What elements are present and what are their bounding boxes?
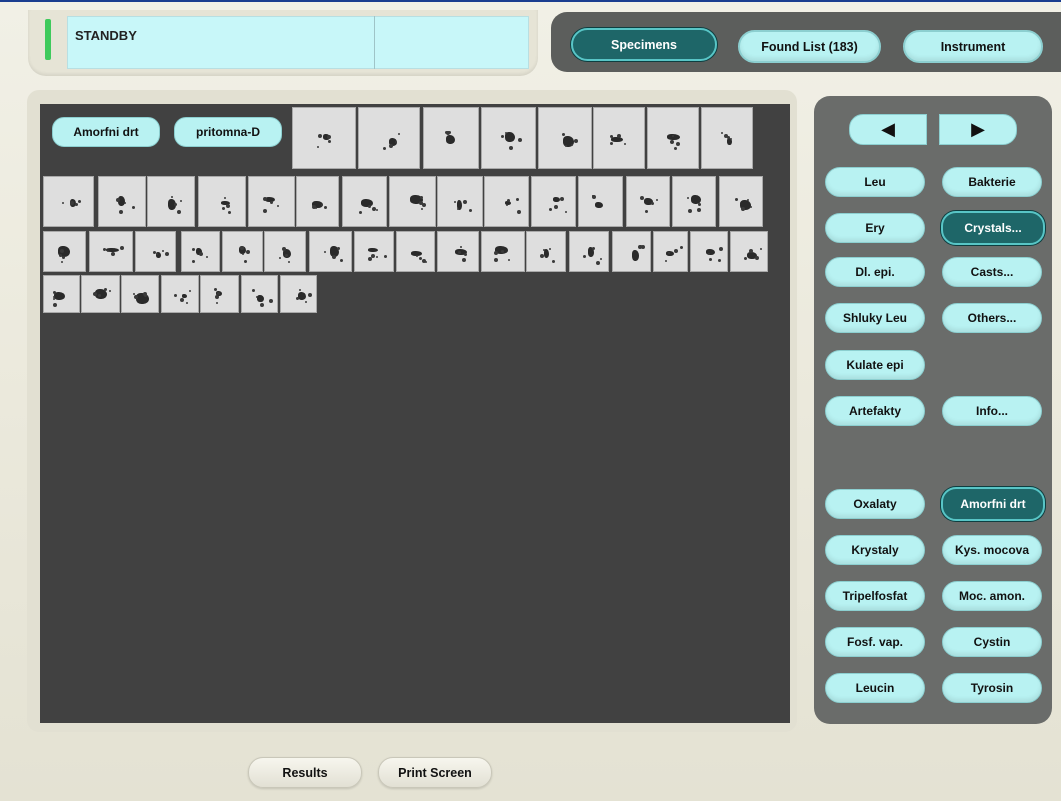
specimen-thumbnail[interactable] xyxy=(147,176,195,227)
tag-amorfni-drt[interactable]: Amorfni drt xyxy=(52,117,160,147)
category-bakterie[interactable]: Bakterie xyxy=(942,167,1042,197)
category-artefakty[interactable]: Artefakty xyxy=(825,396,925,426)
instrument-tab[interactable]: Instrument xyxy=(903,30,1043,63)
specimen-thumbnail[interactable] xyxy=(593,107,645,169)
specimen-thumbnail[interactable] xyxy=(354,231,394,272)
subcategory-krystaly[interactable]: Krystaly xyxy=(825,535,925,565)
specimen-thumbnail[interactable] xyxy=(578,176,623,227)
specimen-thumbnail[interactable] xyxy=(241,275,278,313)
specimen-thumbnail[interactable] xyxy=(342,176,387,227)
specimen-thumbnail[interactable] xyxy=(43,176,94,227)
specimen-thumbnail[interactable] xyxy=(437,176,483,227)
subcategory-oxalaty[interactable]: Oxalaty xyxy=(825,489,925,519)
category-leu[interactable]: Leu xyxy=(825,167,925,197)
previous-page-button[interactable]: ◀ xyxy=(849,114,927,145)
specimen-thumbnail[interactable] xyxy=(43,231,86,272)
specimen-thumbnail[interactable] xyxy=(280,275,317,313)
category-others[interactable]: Others... xyxy=(942,303,1042,333)
specimen-thumbnail[interactable] xyxy=(264,231,306,272)
specimen-thumbnail[interactable] xyxy=(161,275,199,313)
category-crystals[interactable]: Crystals... xyxy=(941,211,1045,245)
subcategory-moc-amon[interactable]: Moc. amon. xyxy=(942,581,1042,611)
subcategory-tyrosin[interactable]: Tyrosin xyxy=(942,673,1042,703)
specimen-thumbnail[interactable] xyxy=(135,231,176,272)
next-page-button[interactable]: ▶ xyxy=(939,114,1017,145)
category-info[interactable]: Info... xyxy=(942,396,1042,426)
results-button[interactable]: Results xyxy=(248,757,362,788)
specimen-thumbnail[interactable] xyxy=(647,107,699,169)
subcategory-amorfni-drt[interactable]: Amorfni drt xyxy=(941,487,1045,521)
top-border xyxy=(0,0,1061,2)
specimen-thumbnail[interactable] xyxy=(653,231,688,272)
specimen-thumbnail[interactable] xyxy=(538,107,592,169)
specimen-thumbnail[interactable] xyxy=(719,176,763,227)
category-casts[interactable]: Casts... xyxy=(942,257,1042,287)
specimen-thumbnail[interactable] xyxy=(296,176,339,227)
category-shluky-leu[interactable]: Shluky Leu xyxy=(825,303,925,333)
specimen-thumbnail[interactable] xyxy=(43,275,80,313)
specimen-thumbnail[interactable] xyxy=(389,176,436,227)
found-list-tab[interactable]: Found List (183) xyxy=(738,30,881,63)
status-text: STANDBY xyxy=(75,28,137,43)
specimen-thumbnail[interactable] xyxy=(481,231,525,272)
specimen-thumbnail[interactable] xyxy=(292,107,356,169)
specimen-thumbnail[interactable] xyxy=(672,176,716,227)
specimen-thumbnail[interactable] xyxy=(526,231,566,272)
specimen-thumbnail[interactable] xyxy=(248,176,295,227)
specimen-thumbnail[interactable] xyxy=(730,231,768,272)
arrow-left-icon: ◀ xyxy=(881,119,895,139)
specimen-thumbnail[interactable] xyxy=(358,107,420,169)
specimen-thumbnail[interactable] xyxy=(200,275,239,313)
status-led-indicator xyxy=(45,19,51,60)
specimen-thumbnail[interactable] xyxy=(89,231,133,272)
tag-pritomna-d[interactable]: pritomna-D xyxy=(174,117,282,147)
specimen-thumbnail[interactable] xyxy=(198,176,246,227)
category-ery[interactable]: Ery xyxy=(825,213,925,243)
category-kulate-epi[interactable]: Kulate epi xyxy=(825,350,925,380)
specimen-thumbnail[interactable] xyxy=(222,231,263,272)
subcategory-kys-mocova[interactable]: Kys. mocova xyxy=(942,535,1042,565)
print-screen-button[interactable]: Print Screen xyxy=(378,757,492,788)
specimen-thumbnail[interactable] xyxy=(423,107,479,169)
specimen-thumbnail[interactable] xyxy=(121,275,159,313)
specimen-thumbnail[interactable] xyxy=(626,176,670,227)
specimen-thumbnail[interactable] xyxy=(437,231,479,272)
specimen-thumbnail[interactable] xyxy=(481,107,536,169)
specimen-thumbnail[interactable] xyxy=(309,231,352,272)
specimen-thumbnail[interactable] xyxy=(98,176,146,227)
specimen-thumbnail[interactable] xyxy=(396,231,435,272)
subcategory-fosf-vap[interactable]: Fosf. vap. xyxy=(825,627,925,657)
specimen-thumbnail[interactable] xyxy=(181,231,220,272)
specimen-thumbnail[interactable] xyxy=(690,231,728,272)
status-divider xyxy=(374,16,375,69)
specimen-thumbnail[interactable] xyxy=(484,176,529,227)
subcategory-cystin[interactable]: Cystin xyxy=(942,627,1042,657)
subcategory-tripelfosfat[interactable]: Tripelfosfat xyxy=(825,581,925,611)
specimen-thumbnail[interactable] xyxy=(531,176,576,227)
specimen-thumbnail[interactable] xyxy=(701,107,753,169)
specimen-thumbnail[interactable] xyxy=(81,275,120,313)
specimen-thumbnail[interactable] xyxy=(569,231,609,272)
arrow-right-icon: ▶ xyxy=(971,119,985,139)
subcategory-leucin[interactable]: Leucin xyxy=(825,673,925,703)
specimen-thumbnail[interactable] xyxy=(612,231,651,272)
specimens-tab[interactable]: Specimens xyxy=(571,28,717,61)
category-dl-epi[interactable]: Dl. epi. xyxy=(825,257,925,287)
